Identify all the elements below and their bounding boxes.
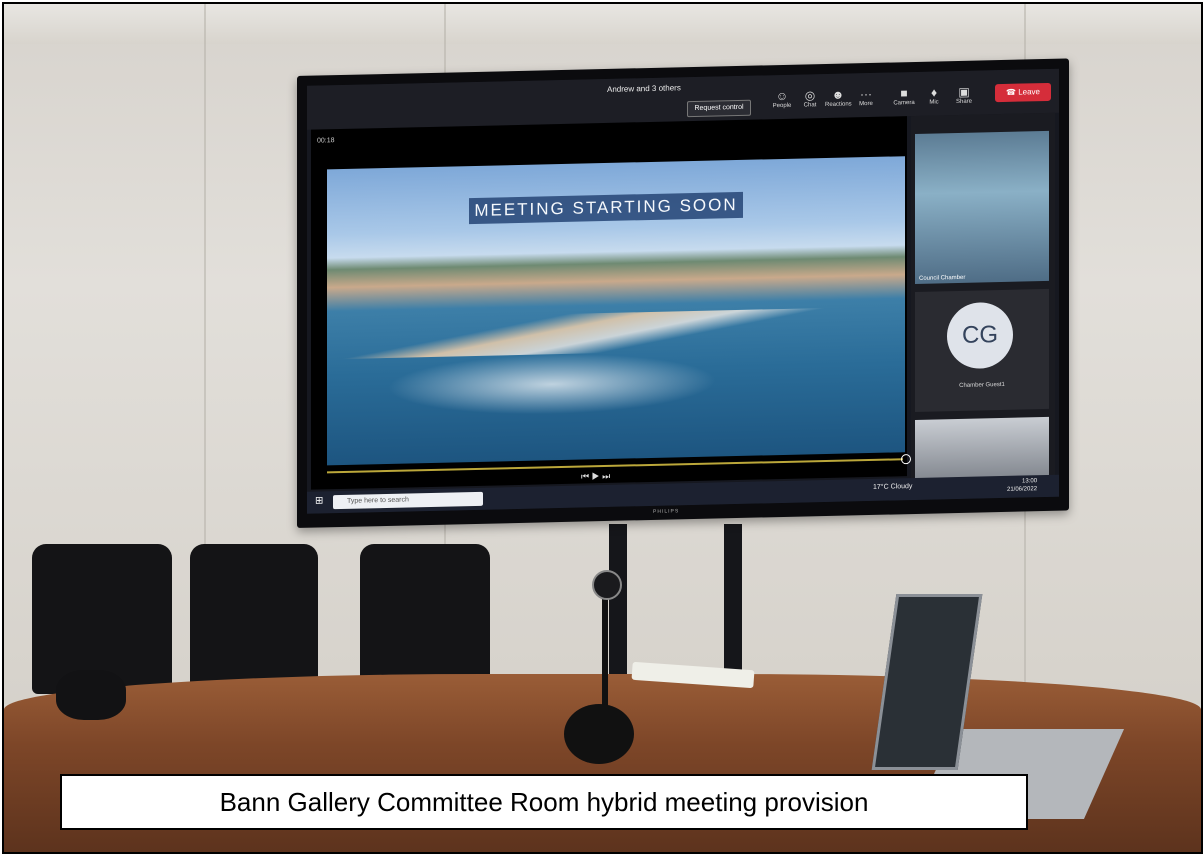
more-icon: ··· bbox=[860, 86, 872, 102]
meeting-title: Andrew and 3 others bbox=[607, 83, 681, 94]
mic-button[interactable]: ♦ Mic bbox=[921, 85, 947, 112]
webcam-stand bbox=[602, 594, 608, 708]
microphone bbox=[56, 670, 126, 720]
chat-label: Chat bbox=[803, 102, 817, 109]
ceiling bbox=[4, 4, 1201, 44]
phone-icon: ☎ bbox=[1006, 87, 1019, 97]
camera-icon: ■ bbox=[900, 86, 908, 101]
playback-controls[interactable]: ⏮ ▶ ⏭ bbox=[581, 471, 610, 483]
leave-label: Leave bbox=[1018, 87, 1040, 97]
weather-widget[interactable]: 17°C Cloudy bbox=[873, 483, 912, 491]
next-icon[interactable]: ⏭ bbox=[602, 471, 610, 481]
leave-button[interactable]: ☎ Leave bbox=[995, 82, 1051, 103]
call-timer: 00:18 bbox=[317, 137, 335, 145]
office-chair bbox=[360, 544, 490, 694]
wave-foam bbox=[387, 350, 717, 418]
camera-label: Camera bbox=[893, 99, 915, 107]
tv-screen: Andrew and 3 others Request control ☺ Peo… bbox=[307, 68, 1059, 514]
guest-tile-label: Chamber Guest1 bbox=[959, 381, 1005, 389]
share-button[interactable]: ▣ Share bbox=[951, 85, 977, 112]
meeting-banner: MEETING STARTING SOON bbox=[469, 191, 743, 225]
chat-button[interactable]: ◎ Chat bbox=[797, 88, 823, 115]
search-input[interactable]: Type here to search bbox=[333, 491, 483, 510]
guest-tile[interactable]: CG Chamber Guest1 bbox=[915, 288, 1049, 412]
avatar: CG bbox=[947, 301, 1013, 370]
progress-knob[interactable] bbox=[901, 454, 911, 465]
more-button[interactable]: ··· More bbox=[853, 87, 879, 114]
share-icon: ▣ bbox=[958, 84, 970, 99]
reactions-icon: ☻ bbox=[831, 87, 845, 102]
conference-speaker bbox=[564, 704, 634, 764]
chat-icon: ◎ bbox=[804, 88, 816, 103]
people-label: People bbox=[772, 102, 792, 110]
room-tile-label: Council Chamber bbox=[919, 274, 966, 282]
more-label: More bbox=[859, 100, 873, 108]
webcam bbox=[592, 570, 622, 600]
previous-icon[interactable]: ⏮ bbox=[581, 471, 589, 481]
tv-stand-pole bbox=[724, 524, 742, 674]
tv-brand-logo: PHILIPS bbox=[653, 508, 680, 515]
play-icon[interactable]: ▶ bbox=[592, 471, 600, 481]
reactions-button[interactable]: ☻ Reactions bbox=[825, 87, 852, 114]
shared-content: 00:18 MEETING STARTING SOON ⏮ ▶ ⏭ bbox=[311, 116, 911, 490]
camera-button[interactable]: ■ Camera bbox=[891, 86, 917, 113]
beach-shoreline bbox=[327, 306, 905, 360]
people-icon: ☺ bbox=[775, 88, 789, 104]
office-chair bbox=[190, 544, 318, 694]
windows-start-icon[interactable]: ⊞ bbox=[315, 495, 323, 506]
participant-panel: Council Chamber CG Chamber Guest1 bbox=[911, 112, 1055, 497]
taskbar-clock[interactable]: 13:00 21/06/2022 bbox=[1007, 477, 1037, 494]
mic-icon: ♦ bbox=[930, 85, 938, 100]
photo-caption: Bann Gallery Committee Room hybrid meeti… bbox=[60, 774, 1028, 830]
photo-frame: Andrew and 3 others Request control ☺ Peo… bbox=[2, 2, 1203, 854]
beach-video: MEETING STARTING SOON bbox=[327, 156, 905, 466]
television: Andrew and 3 others Request control ☺ Peo… bbox=[297, 58, 1069, 529]
people-button[interactable]: ☺ People bbox=[769, 89, 795, 116]
mic-label: Mic bbox=[929, 99, 939, 106]
clock-date: 21/06/2022 bbox=[1007, 486, 1038, 493]
room-video-tile[interactable]: Council Chamber bbox=[915, 130, 1049, 284]
reactions-label: Reactions bbox=[825, 101, 852, 109]
share-label: Share bbox=[955, 98, 972, 106]
request-control-button[interactable]: Request control bbox=[687, 99, 751, 118]
